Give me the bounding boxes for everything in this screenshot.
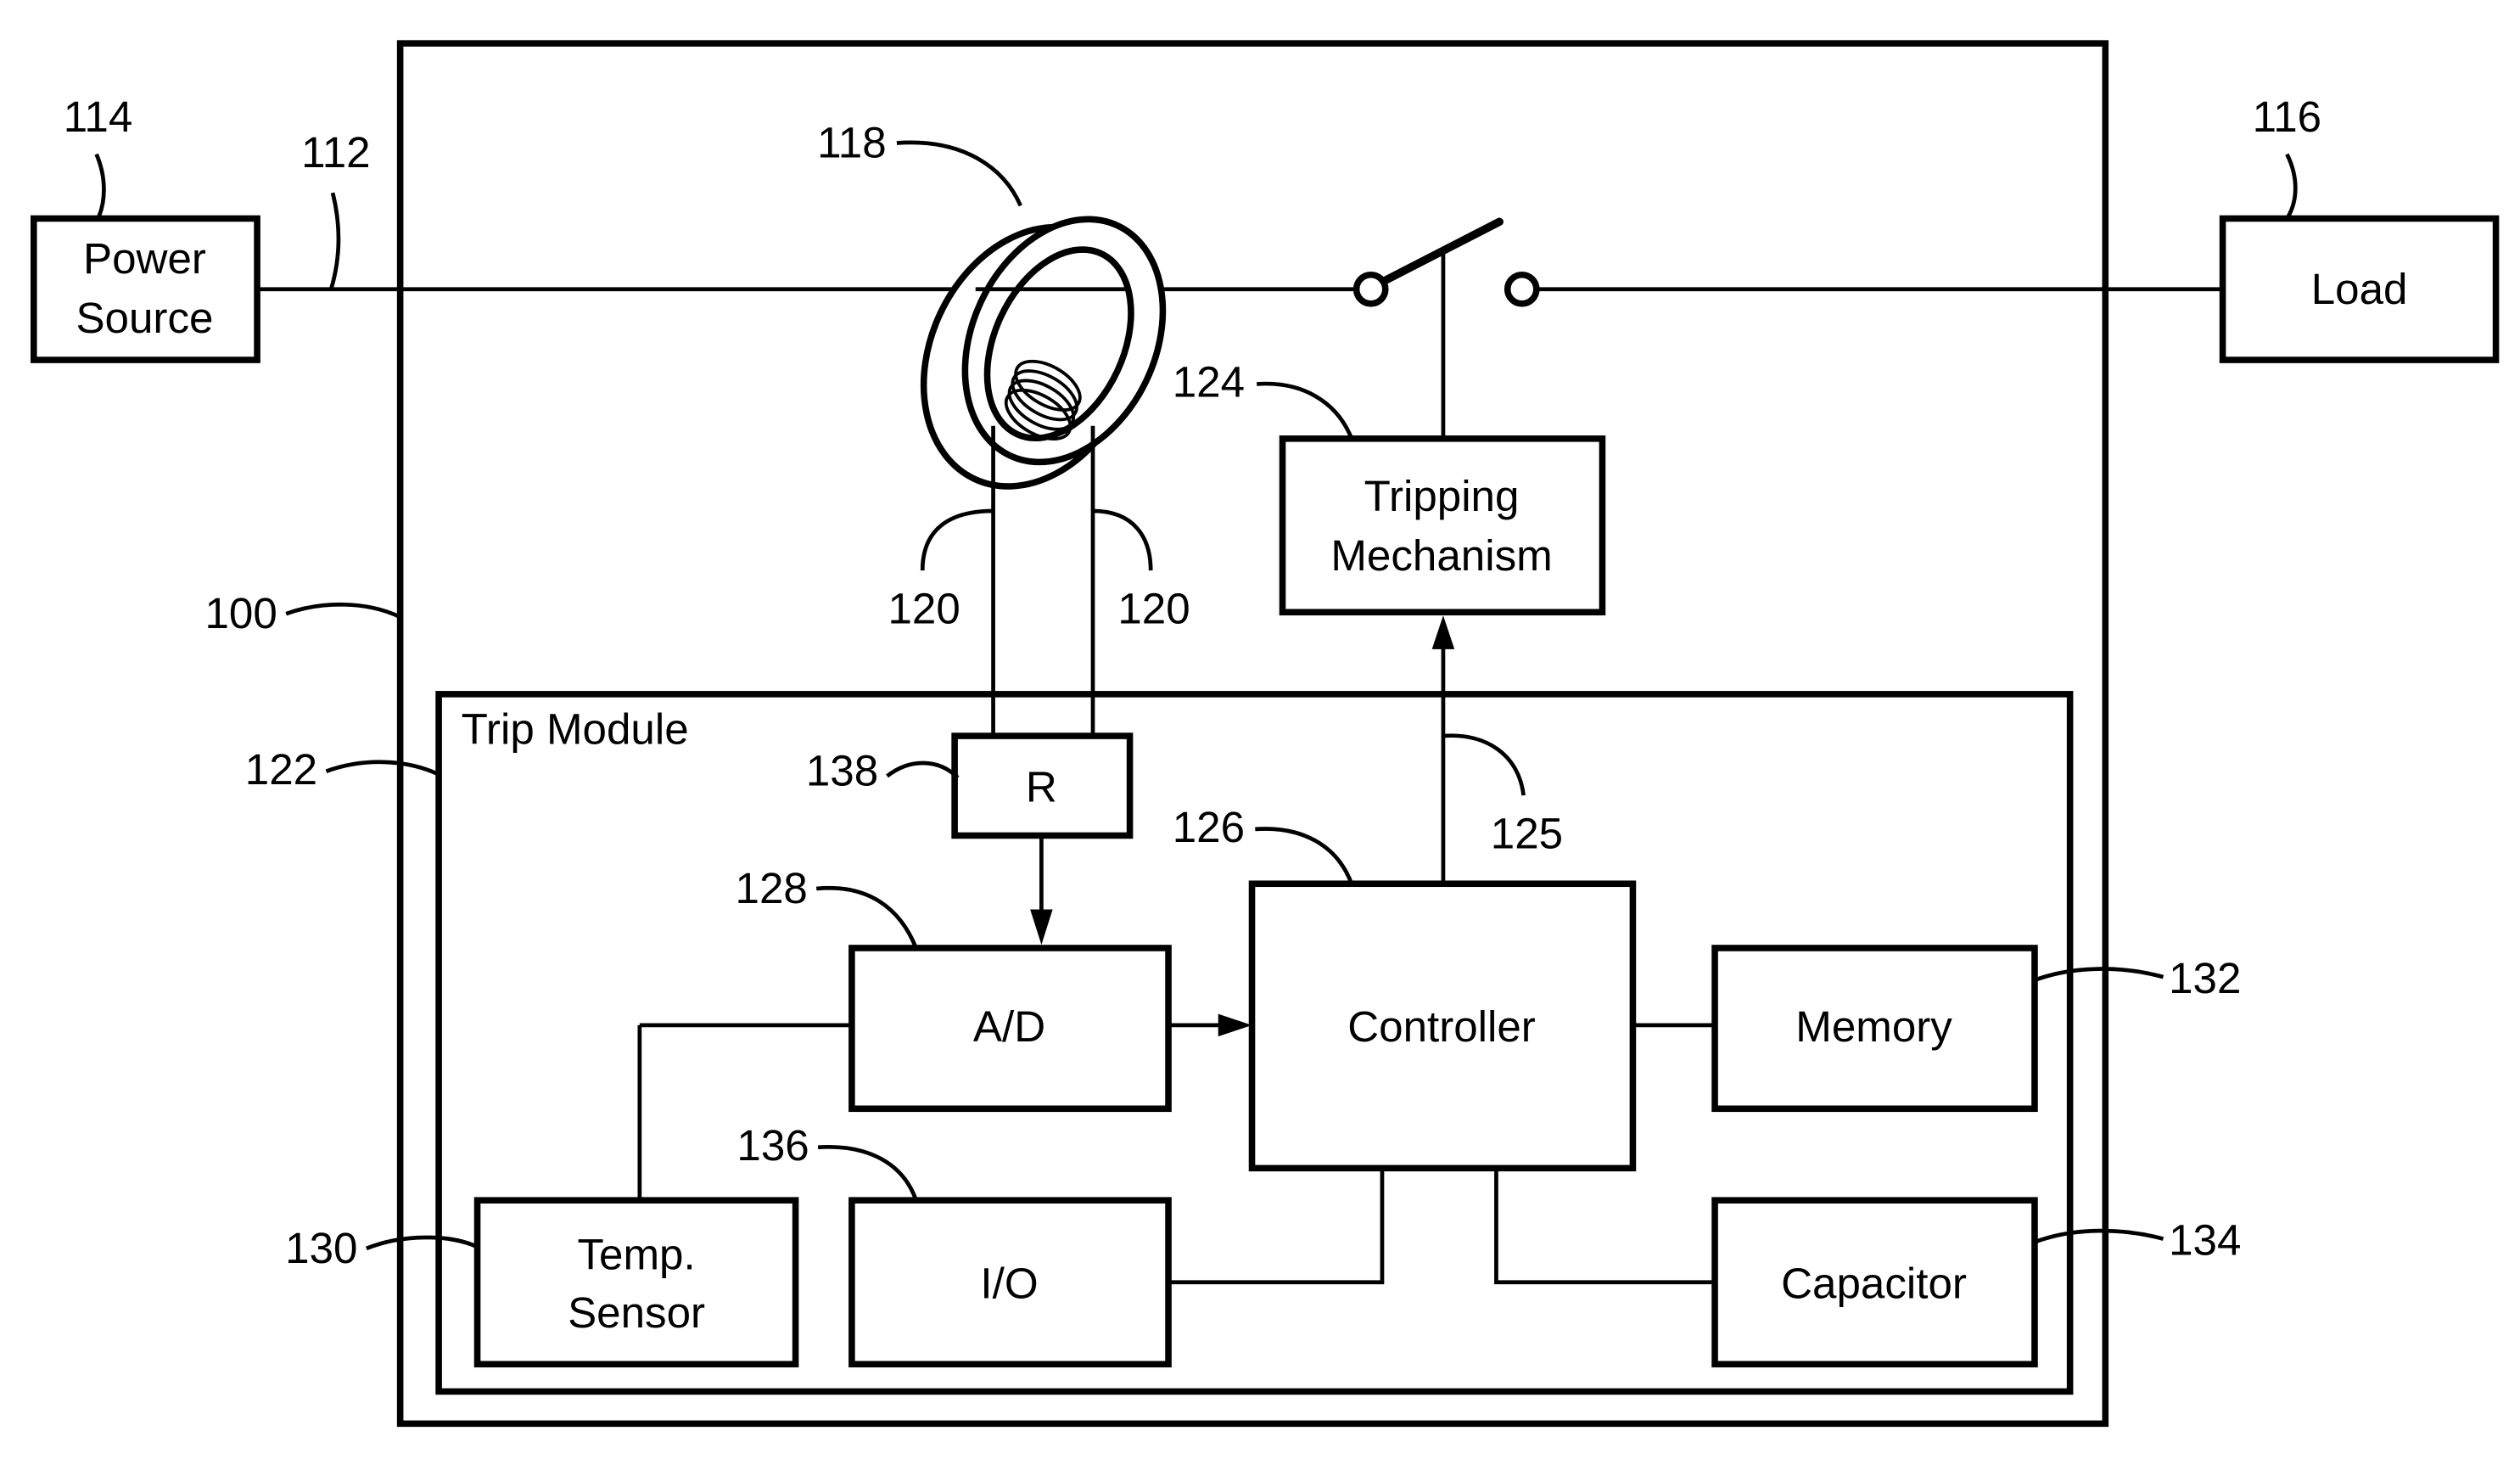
ref-114: 114 <box>64 93 133 141</box>
ref-100: 100 <box>204 589 277 637</box>
ref-124: 124 <box>1173 358 1245 407</box>
ad-converter-label: A/D <box>973 1002 1045 1051</box>
controller-to-io-line <box>1168 1168 1385 1285</box>
ref-138: 138 <box>806 747 878 795</box>
ref-125: 125 <box>1491 810 1563 858</box>
ref-132: 132 <box>2169 954 2241 1002</box>
tripping-mechanism-label-2: Mechanism <box>1330 531 1552 580</box>
leader-120-left <box>920 508 994 571</box>
leader-120-right <box>1093 508 1153 571</box>
ref-116: 116 <box>2253 93 2322 141</box>
ref-128: 128 <box>736 864 808 912</box>
leader-136 <box>817 1144 918 1201</box>
temp-sensor-block <box>473 1197 799 1368</box>
leader-114 <box>94 153 106 220</box>
temp-sensor-label-2: Sensor <box>568 1288 705 1337</box>
ref-112: 112 <box>301 128 371 177</box>
leader-138 <box>886 760 960 780</box>
leader-126 <box>1255 827 1354 885</box>
leader-124 <box>1257 381 1354 440</box>
ref-126: 126 <box>1173 803 1245 851</box>
io-label: I/O <box>980 1260 1038 1308</box>
controller-to-capacitor-line <box>1494 1168 1716 1285</box>
temp-sensor-label-1: Temp. <box>577 1231 695 1279</box>
leader-128 <box>815 885 918 949</box>
resistor-label: R <box>1026 763 1057 811</box>
leader-132 <box>2034 967 2164 983</box>
leader-112 <box>328 192 341 290</box>
leader-125 <box>1442 733 1526 796</box>
tripping-mechanism-block <box>1279 435 1606 616</box>
trip-signal-arrowhead-icon <box>1431 615 1455 649</box>
leader-130 <box>365 1235 479 1251</box>
load-label: Load <box>2311 265 2408 313</box>
ref-120-left: 120 <box>888 585 960 633</box>
memory-label: Memory <box>1795 1002 1952 1051</box>
leader-122 <box>325 760 440 777</box>
ref-134: 134 <box>2169 1216 2241 1265</box>
power-source-label-1: Power <box>83 234 206 283</box>
circuit-breaker-diagram: Power Source 114 112 Load 116 118 120 12… <box>30 40 2500 1428</box>
power-source-label-2: Source <box>76 294 213 342</box>
current-transformer-icon <box>920 216 1167 490</box>
breaker-contacts-icon <box>1352 217 1540 307</box>
ref-118: 118 <box>817 119 887 167</box>
controller-label: Controller <box>1347 1002 1536 1051</box>
ad-to-controller-arrowhead-icon <box>1218 1013 1252 1037</box>
tripping-mechanism-label-1: Tripping <box>1364 472 1520 520</box>
trip-module-label: Trip Module <box>462 705 689 754</box>
ref-120-right: 120 <box>1117 585 1190 633</box>
ref-122: 122 <box>245 745 317 794</box>
ref-136: 136 <box>736 1121 809 1170</box>
capacitor-label: Capacitor <box>1781 1260 1967 1308</box>
leader-118 <box>896 140 1022 207</box>
ref-130: 130 <box>285 1224 357 1272</box>
leader-134 <box>2034 1228 2164 1244</box>
leader-100 <box>285 602 401 620</box>
leader-116 <box>2285 153 2298 220</box>
r-to-ad-arrowhead-icon <box>1030 909 1053 946</box>
